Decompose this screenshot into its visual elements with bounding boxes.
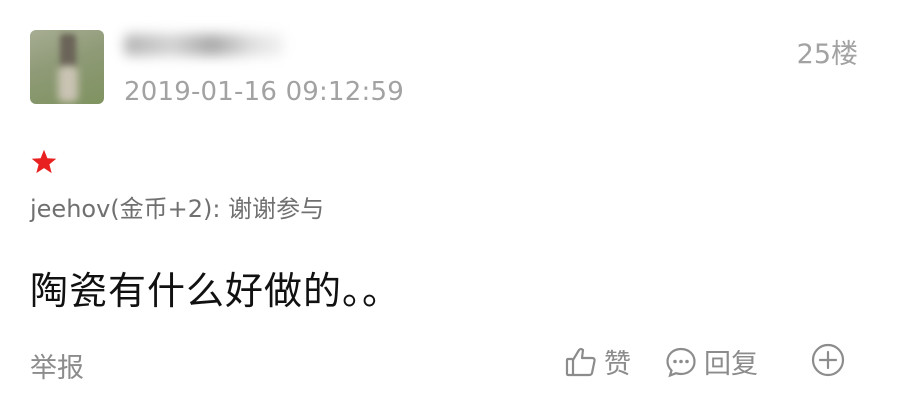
comment-bubble-icon — [666, 347, 696, 377]
thumbs-up-icon — [565, 347, 596, 376]
more-button[interactable] — [810, 342, 846, 378]
username-blurred[interactable] — [124, 34, 284, 56]
report-button[interactable]: 举报 — [30, 346, 84, 385]
reply-button[interactable]: 回复 — [664, 342, 758, 381]
reply-label: 回复 — [704, 349, 758, 380]
floor-number: 25楼 — [796, 39, 858, 70]
post-content: 陶瓷有什么好做的。。 — [30, 269, 402, 313]
reward-note: jeehov(金币+2): 谢谢参与 — [30, 195, 325, 223]
avatar[interactable] — [30, 30, 104, 104]
like-button[interactable]: 赞 — [564, 342, 631, 381]
avatar-figure-body — [58, 66, 78, 102]
like-label: 赞 — [604, 349, 631, 380]
post-timestamp: 2019-01-16 09:12:59 — [124, 77, 404, 107]
avatar-figure — [60, 34, 76, 68]
star-icon — [31, 149, 57, 174]
plus-circle-icon — [811, 343, 845, 377]
